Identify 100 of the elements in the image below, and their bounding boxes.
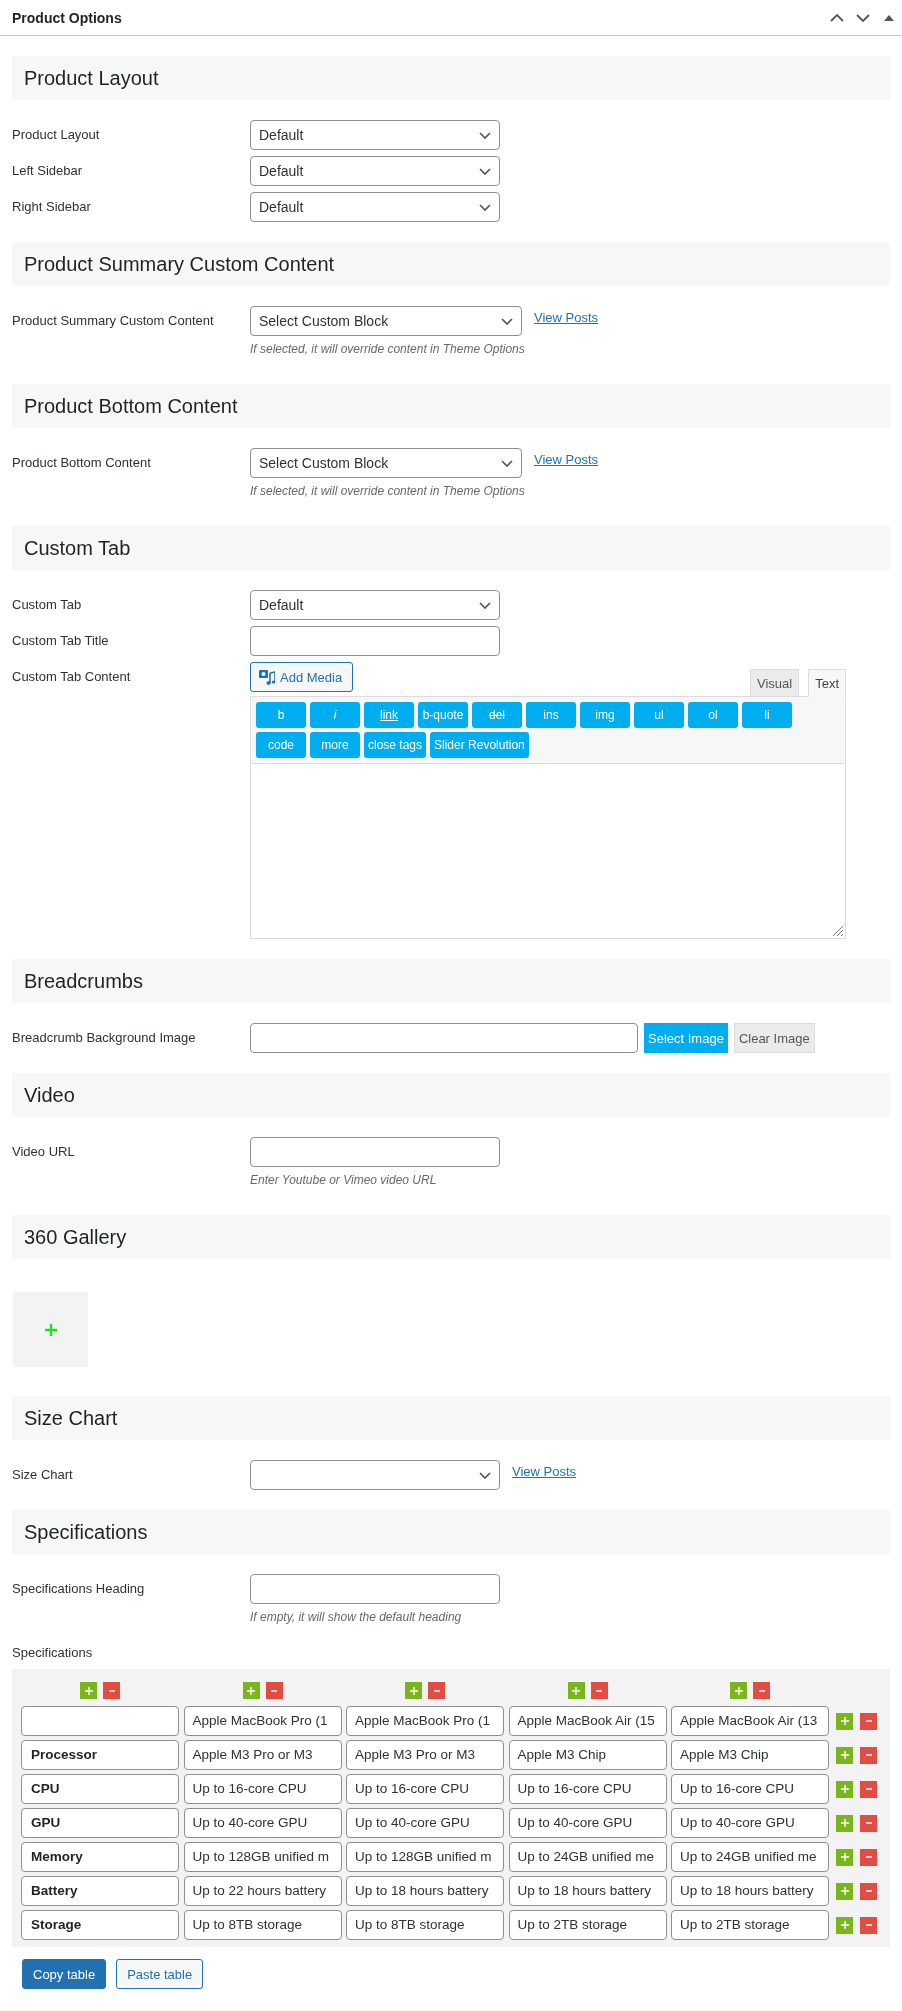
remove-row-button[interactable] [860, 1882, 877, 1900]
add-row-button[interactable] [836, 1746, 853, 1764]
add-column-button[interactable] [567, 1682, 585, 1699]
cell-input[interactable]: Up to 8TB storage [183, 1910, 342, 1940]
text-input[interactable] [250, 1137, 500, 1167]
select-dropdown[interactable]: Select Custom Block [250, 306, 522, 336]
select-dropdown[interactable] [250, 1460, 500, 1490]
cell-input[interactable]: Up to 40-core GPU [183, 1808, 342, 1838]
editor-tab[interactable]: Text [808, 669, 846, 697]
select-dropdown[interactable]: Select Custom Block [250, 448, 522, 478]
cell-input[interactable]: Up to 2TB storage [671, 1910, 829, 1940]
select-dropdown[interactable]: Default [250, 156, 500, 186]
add-row-button[interactable] [836, 1848, 853, 1866]
posts-link[interactable]: View Posts [534, 448, 599, 468]
cell-input[interactable]: Up to 18 hours battery [508, 1876, 667, 1906]
field-label: Product Layout [12, 126, 101, 144]
remove-column-button[interactable] [103, 1682, 120, 1699]
table-action-button[interactable]: Copy table [22, 1959, 107, 1989]
add-row-button[interactable] [836, 1712, 853, 1730]
cell-input[interactable]: Up to 22 hours battery [183, 1876, 342, 1906]
add-row-button[interactable] [836, 1814, 853, 1832]
cell-input[interactable]: Up to 16-core CPU [183, 1774, 342, 1804]
minus-icon [865, 1822, 872, 1824]
cell-input[interactable]: GPU [21, 1808, 179, 1838]
select-dropdown[interactable]: Default [250, 590, 500, 620]
cell-input[interactable]: Apple MacBook Pro (1 [346, 1706, 504, 1736]
plus-icon [840, 1853, 849, 1861]
panel-title: Product Options [12, 9, 122, 26]
cell-input[interactable]: Up to 128GB unified m [346, 1842, 504, 1872]
editor-tab[interactable]: Visual [749, 669, 800, 697]
cell-input[interactable] [21, 1706, 179, 1736]
add-column-button[interactable] [242, 1682, 260, 1699]
cell-input[interactable]: Apple MacBook Pro (1 [183, 1706, 342, 1736]
image-button[interactable]: Clear Image [733, 1023, 815, 1053]
section-heading: Product Bottom Content [12, 384, 890, 428]
cell-input[interactable]: Up to 16-core CPU [346, 1774, 504, 1804]
cell-input[interactable]: Up to 8TB storage [346, 1910, 504, 1940]
select-dropdown[interactable]: Default [250, 192, 500, 222]
remove-column-button[interactable] [265, 1682, 283, 1699]
add-media-button[interactable]: Add Media [250, 662, 354, 692]
minus-icon [433, 1689, 440, 1692]
posts-link[interactable]: View Posts [534, 306, 599, 326]
add-row-button[interactable] [836, 1780, 853, 1798]
add-column-button[interactable] [405, 1682, 422, 1699]
cell-input[interactable]: Apple M3 Chip [671, 1740, 829, 1770]
cell-input[interactable]: Apple MacBook Air (15 [508, 1706, 667, 1736]
remove-row-button[interactable] [860, 1712, 877, 1730]
cell-input[interactable]: Battery [21, 1876, 179, 1906]
cell-input[interactable]: Up to 16-core CPU [508, 1774, 667, 1804]
image-url-input[interactable] [250, 1023, 638, 1053]
remove-row-button[interactable] [860, 1746, 877, 1764]
field-description: Enter Youtube or Vimeo video URL [250, 1172, 438, 1189]
section-heading: Specifications [12, 1510, 890, 1554]
minus-icon [596, 1689, 602, 1692]
posts-link[interactable]: View Posts [512, 1460, 577, 1480]
add-column-button[interactable] [80, 1682, 97, 1699]
field-label: Custom Tab Content [12, 668, 132, 686]
cell-input[interactable]: Apple M3 Pro or M3 [183, 1740, 342, 1770]
cell-input[interactable]: Apple M3 Pro or M3 [346, 1740, 504, 1770]
remove-row-button[interactable] [860, 1916, 877, 1934]
remove-column-button[interactable] [428, 1682, 445, 1699]
field-label: Specifications [12, 1644, 93, 1662]
remove-row-button[interactable] [860, 1780, 877, 1798]
remove-column-button[interactable] [590, 1682, 608, 1699]
add-column-button[interactable] [730, 1682, 747, 1699]
text-input[interactable] [250, 1574, 500, 1604]
field-description: If selected, it will override content in Theme Options [250, 483, 526, 500]
field-label: Custom Tab Title [12, 632, 110, 650]
field-description: If selected, it will override content in Theme Options [250, 341, 526, 358]
cell-input[interactable]: Storage [21, 1910, 179, 1940]
cell-input[interactable]: Up to 24GB unified me [671, 1842, 829, 1872]
field-label: Right Sidebar [12, 198, 92, 216]
cell-input[interactable]: Up to 24GB unified me [508, 1842, 667, 1872]
cell-input[interactable]: Up to 128GB unified m [183, 1842, 342, 1872]
resize-grip-icon[interactable] [833, 926, 843, 936]
cell-input[interactable]: CPU [21, 1774, 179, 1804]
cell-input[interactable]: Processor [21, 1740, 179, 1770]
remove-row-button[interactable] [860, 1814, 877, 1832]
minus-icon [865, 1924, 872, 1926]
cell-input[interactable]: Up to 40-core GPU [346, 1808, 504, 1838]
add-row-button[interactable] [836, 1882, 853, 1900]
select-dropdown[interactable]: Default [250, 120, 500, 150]
remove-row-button[interactable] [860, 1848, 877, 1866]
cell-input[interactable]: Memory [21, 1842, 179, 1872]
cell-input[interactable]: Up to 18 hours battery [671, 1876, 829, 1906]
cell-input[interactable]: Apple M3 Chip [508, 1740, 667, 1770]
field-label: Specifications Heading [12, 1580, 146, 1598]
text-input[interactable] [250, 626, 500, 656]
chevron-down-icon [479, 203, 491, 211]
cell-input[interactable]: Apple MacBook Air (13 [671, 1706, 829, 1736]
cell-input[interactable]: Up to 40-core GPU [671, 1808, 829, 1838]
add-image-tile[interactable] [13, 1292, 88, 1367]
remove-column-button[interactable] [753, 1682, 770, 1699]
cell-input[interactable]: Up to 16-core CPU [671, 1774, 829, 1804]
cell-input[interactable]: Up to 40-core GPU [508, 1808, 667, 1838]
cell-input[interactable]: Up to 2TB storage [508, 1910, 667, 1940]
cell-input[interactable]: Up to 18 hours battery [346, 1876, 504, 1906]
add-row-button[interactable] [836, 1916, 853, 1934]
table-action-button[interactable]: Paste table [116, 1959, 204, 1989]
section-heading: Size Chart [12, 1396, 890, 1440]
